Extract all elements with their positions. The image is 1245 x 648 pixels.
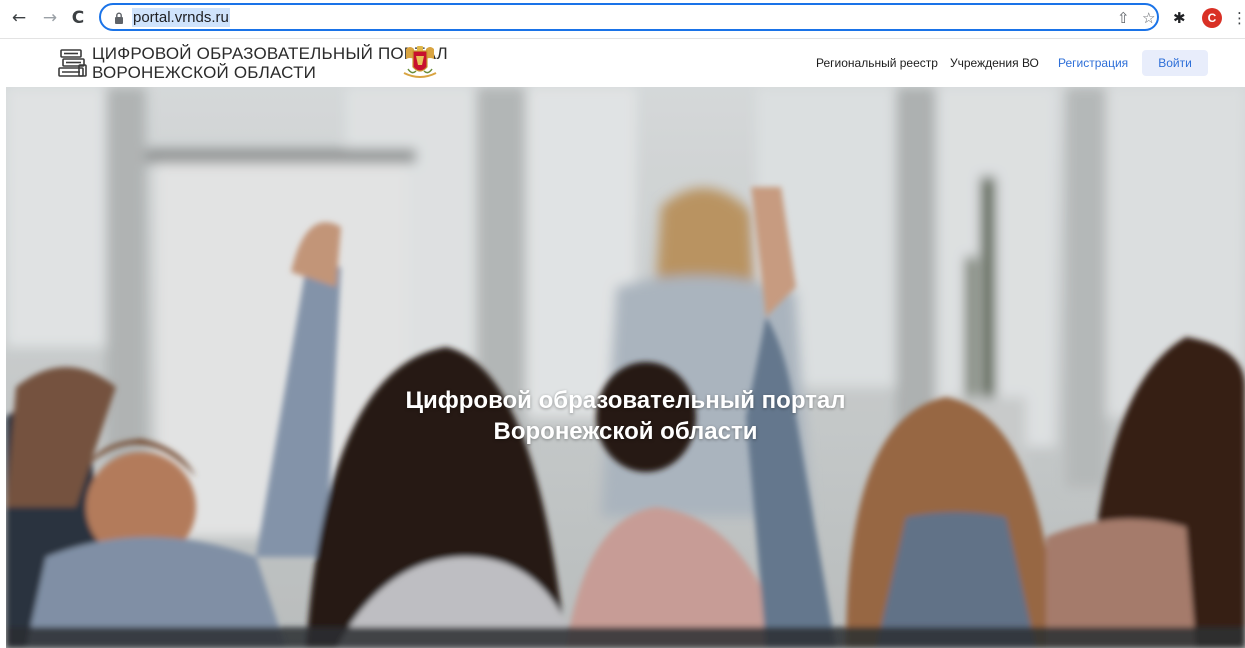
address-bar[interactable]: portal.vrnds.ru [99, 3, 1159, 31]
browser-toolbar: ← → C portal.vrnds.ru ⇧ ☆ ✱ C ⋮ [0, 0, 1245, 39]
lock-icon [115, 12, 123, 24]
extensions-icon[interactable]: ✱ [1173, 8, 1186, 28]
site-header: ЦИФРОВОЙ ОБРАЗОВАТЕЛЬНЫЙ ПОРТАЛ ВОРОНЕЖС… [0, 39, 1245, 87]
logo-title-line-1[interactable]: ЦИФРОВОЙ ОБРАЗОВАТЕЛЬНЫЙ ПОРТАЛ [92, 44, 448, 64]
hero-title-line-2: Воронежской области [493, 418, 758, 445]
url-text[interactable]: portal.vrnds.ru [132, 8, 230, 27]
reload-icon[interactable]: C [68, 8, 88, 28]
nav-link-register[interactable]: Регистрация [1058, 56, 1128, 70]
classroom-photo [6, 87, 1245, 648]
nav-link-institutions[interactable]: Учреждения ВО [950, 56, 1039, 70]
login-button[interactable]: Войти [1142, 50, 1208, 76]
back-icon[interactable]: ← [9, 8, 29, 28]
coat-of-arms-icon [403, 46, 437, 78]
bookmark-icon[interactable]: ☆ [1142, 8, 1155, 28]
logo-title-line-2[interactable]: ВОРОНЕЖСКОЙ ОБЛАСТИ [92, 63, 316, 83]
menu-icon[interactable]: ⋮ [1232, 8, 1245, 28]
hero-banner: Цифровой образовательный портал Воронежс… [6, 87, 1245, 648]
share-icon[interactable]: ⇧ [1117, 8, 1130, 28]
profile-avatar[interactable]: C [1202, 8, 1222, 28]
hero-title: Цифровой образовательный портал Воронежс… [6, 385, 1245, 447]
forward-icon[interactable]: → [40, 8, 60, 28]
hero-title-line-1: Цифровой образовательный портал [405, 387, 846, 414]
books-logo-icon[interactable] [58, 47, 88, 79]
nav-link-regional-registry[interactable]: Региональный реестр [816, 56, 938, 70]
